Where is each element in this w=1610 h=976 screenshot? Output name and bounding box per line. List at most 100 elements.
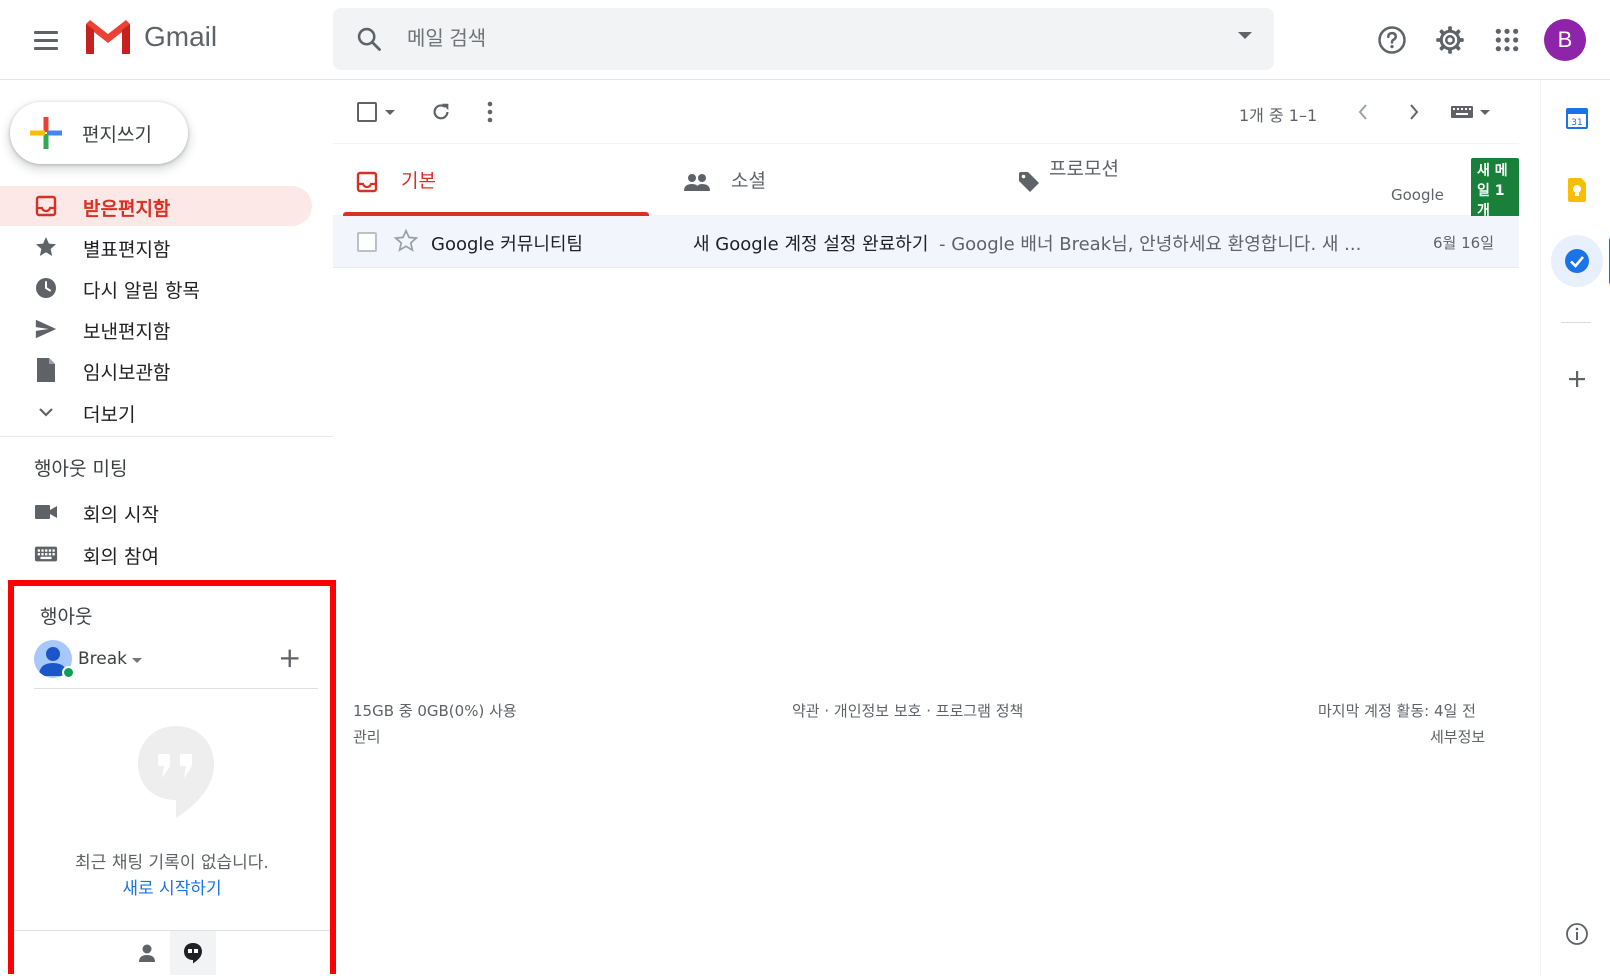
pager-count: 1개 중 1–1: [1239, 106, 1318, 125]
nav-label: 더보기: [83, 404, 136, 426]
chevron-down-icon: [34, 400, 58, 424]
keyboard-icon: [34, 542, 58, 566]
hangouts-user-name[interactable]: Break: [78, 649, 127, 669]
main-menu-icon[interactable]: [28, 24, 64, 56]
nav-item-snoozed[interactable]: 다시 알림 항목: [0, 268, 312, 308]
compose-button[interactable]: 편지쓰기: [10, 102, 188, 164]
select-all-checkbox[interactable]: [353, 94, 399, 130]
search-options-caret-icon[interactable]: [1238, 32, 1252, 39]
promotions-sender: Google: [1391, 186, 1444, 204]
hangouts-start-link[interactable]: 새로 시작하기: [14, 874, 330, 899]
tab-primary[interactable]: 기본: [333, 144, 661, 216]
gmail-app: Gmail 메일 검색 B 편지쓰기 받은편지함 별표편지함 다시 알림 항목 …: [0, 0, 1610, 976]
nav-item-sent[interactable]: 보낸편지함: [0, 309, 312, 349]
email-sender: Google 커뮤니티팀: [431, 234, 583, 255]
select-caret-icon[interactable]: [385, 109, 395, 115]
prev-page-icon[interactable]: [1345, 94, 1381, 130]
input-tools-keyboard-icon[interactable]: [1445, 94, 1495, 130]
search-icon[interactable]: [355, 25, 383, 53]
nav-label: 임시보관함: [83, 362, 171, 384]
settings-gear-icon[interactable]: [1430, 20, 1470, 60]
calendar-icon[interactable]: 31: [1559, 100, 1595, 136]
tasks-check-icon[interactable]: [1559, 243, 1595, 279]
nav-item-starred[interactable]: 별표편지함: [0, 227, 312, 267]
nav-label: 다시 알림 항목: [83, 280, 200, 302]
svg-text:31: 31: [1571, 118, 1582, 128]
gmail-logo[interactable]: Gmail: [84, 18, 217, 56]
tab-label: 프로모션: [1049, 158, 1119, 180]
tab-label: 소셜: [731, 170, 766, 192]
storage-usage: 15GB 중 0GB(0%) 사용: [353, 702, 517, 720]
draft-icon: [34, 358, 58, 382]
meet-join-meeting[interactable]: 회의 참여: [0, 534, 312, 574]
new-mail-badge: 새 메일 1개: [1471, 158, 1519, 222]
hangouts-title: 행아웃: [40, 606, 93, 628]
meet-start-meeting[interactable]: 회의 시작: [0, 492, 312, 532]
tab-social[interactable]: 소셜: [663, 144, 991, 216]
help-icon[interactable]: [1372, 20, 1412, 60]
online-status-dot: [62, 666, 75, 679]
tab-promotions[interactable]: 프로모션: [993, 144, 1519, 216]
search-bar[interactable]: [333, 8, 1274, 70]
new-conversation-plus-icon[interactable]: +: [278, 642, 301, 674]
compose-label: 편지쓰기: [82, 124, 152, 146]
email-snippet: - Google 배너 Break님, 안녕하세요 환영합니다. 새 ...: [939, 234, 1362, 255]
star-outline-icon[interactable]: [393, 228, 419, 254]
contacts-person-icon[interactable]: [124, 931, 170, 975]
add-addon-plus-icon[interactable]: [1559, 361, 1595, 397]
input-tools-caret-icon[interactable]: [1480, 109, 1490, 115]
email-subject: 새 Google 계정 설정 완료하기: [693, 234, 929, 255]
hangouts-user-row[interactable]: Break +: [34, 640, 314, 680]
nav-label: 별표편지함: [83, 239, 171, 261]
send-icon: [34, 317, 58, 341]
nav-item-inbox[interactable]: 받은편지함: [0, 186, 312, 226]
nav-label: 보낸편지함: [83, 321, 171, 343]
hangouts-bottom-bar: [14, 930, 330, 975]
nav-label: 회의 시작: [83, 504, 159, 526]
nav-label: 받은편지함: [83, 198, 171, 220]
hangouts-panel: 행아웃 Break + 최근 채팅 기록이 없습니다. 새로 시작하기: [8, 580, 336, 975]
nav-item-more[interactable]: 더보기: [0, 392, 312, 432]
terms-privacy-links[interactable]: 약관 · 개인정보 보호 · 프로그램 정책: [792, 700, 1023, 721]
quote-bubble-icon: [138, 726, 214, 818]
select-checkbox-box[interactable]: [357, 102, 377, 122]
more-options-icon[interactable]: [475, 94, 505, 130]
info-icon[interactable]: [1559, 916, 1595, 952]
meet-section-title: 행아웃 미팅: [34, 458, 128, 480]
clock-icon: [34, 276, 58, 300]
manage-storage-link[interactable]: 관리: [353, 726, 381, 747]
tab-label: 기본: [401, 170, 436, 192]
compose-plus-icon: [30, 117, 62, 149]
mail-toolbar: 1개 중 1–1: [333, 80, 1519, 144]
email-select-checkbox[interactable]: [357, 232, 377, 252]
next-page-icon[interactable]: [1396, 94, 1432, 130]
inbox-icon: [34, 194, 58, 218]
nav-divider: [0, 436, 333, 437]
inbox-tab-icon: [356, 171, 378, 193]
search-input[interactable]: [407, 21, 1187, 57]
gmail-m-icon: [86, 20, 130, 54]
gmail-logo-text: Gmail: [144, 21, 218, 52]
details-link[interactable]: 세부정보: [1430, 726, 1485, 747]
side-panel: 31: [1540, 80, 1610, 976]
last-activity: 마지막 계정 활동: 4일 전: [1318, 702, 1476, 720]
apps-grid-icon[interactable]: [1487, 20, 1527, 60]
hangouts-empty-text: 최근 채팅 기록이 없습니다.: [75, 853, 269, 873]
video-camera-icon: [34, 500, 58, 524]
side-panel-divider: [1561, 322, 1591, 323]
email-date: 6월 16일: [1433, 234, 1494, 252]
refresh-icon[interactable]: [423, 94, 459, 130]
nav-item-drafts[interactable]: 임시보관함: [0, 350, 312, 390]
hangouts-divider: [34, 688, 318, 689]
keep-lightbulb-icon[interactable]: [1559, 172, 1595, 208]
top-header: Gmail 메일 검색 B: [0, 0, 1610, 80]
category-tabs: 기본 소셜 프로모션 새 메일 1개 Google: [333, 144, 1519, 222]
people-icon: [684, 174, 710, 191]
nav-label: 회의 참여: [83, 546, 159, 568]
star-icon: [34, 235, 58, 259]
tag-icon: [1019, 172, 1039, 192]
account-avatar[interactable]: B: [1544, 19, 1586, 61]
email-row[interactable]: Google 커뮤니티팀 새 Google 계정 설정 완료하기 - Googl…: [333, 216, 1519, 268]
status-caret-icon[interactable]: [132, 658, 142, 663]
conversations-quote-icon[interactable]: [170, 931, 216, 975]
